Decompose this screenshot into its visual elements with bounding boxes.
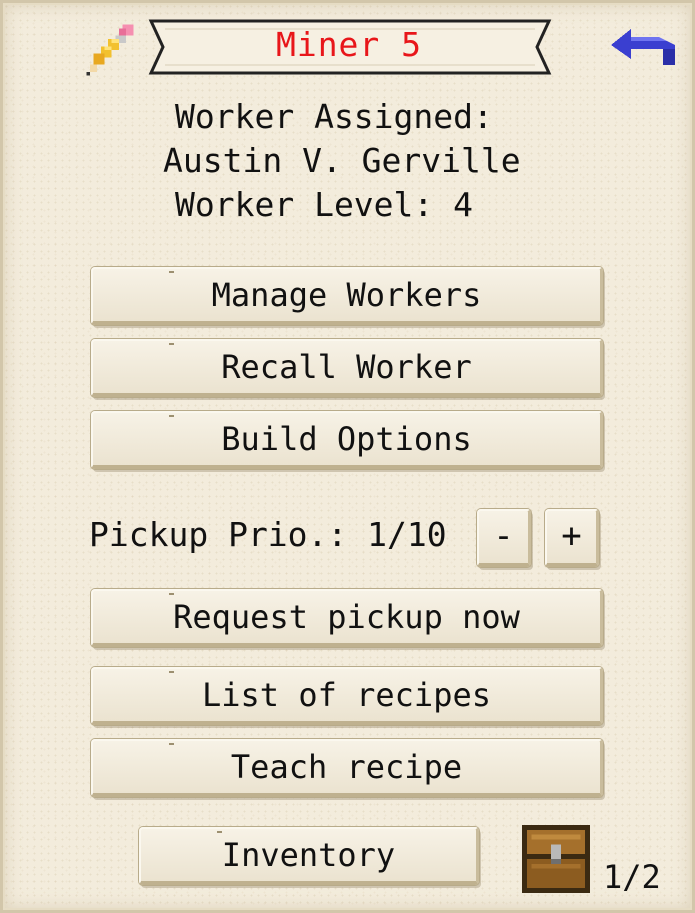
hut-window: Miner 5 Worker Assigned: Austin V. Gervi… — [0, 0, 695, 913]
recall-worker-button[interactable]: Recall Worker — [91, 339, 603, 397]
chest-icon[interactable] — [521, 825, 591, 893]
worker-assigned-label: Worker Assigned: — [175, 97, 493, 136]
increase-priority-button[interactable]: + — [545, 509, 599, 567]
manage-workers-button[interactable]: Manage Workers — [91, 267, 603, 325]
hut-title: Miner 5 — [275, 25, 423, 64]
decrease-priority-button[interactable]: - — [477, 509, 531, 567]
worker-level: Worker Level: 4 — [175, 185, 474, 224]
back-arrow-icon[interactable] — [603, 21, 683, 67]
worker-name: Austin V. Gerville — [163, 141, 521, 180]
page-indicator: 1/2 — [603, 858, 661, 896]
list-recipes-button[interactable]: List of recipes — [91, 667, 603, 725]
pencil-icon[interactable] — [79, 21, 137, 79]
build-options-button[interactable]: Build Options — [91, 411, 603, 469]
pickup-priority-label: Pickup Prio.: 1/10 — [89, 515, 447, 554]
teach-recipe-button[interactable]: Teach recipe — [91, 739, 603, 797]
request-pickup-button[interactable]: Request pickup now — [91, 589, 603, 647]
inventory-button[interactable]: Inventory — [139, 827, 479, 885]
